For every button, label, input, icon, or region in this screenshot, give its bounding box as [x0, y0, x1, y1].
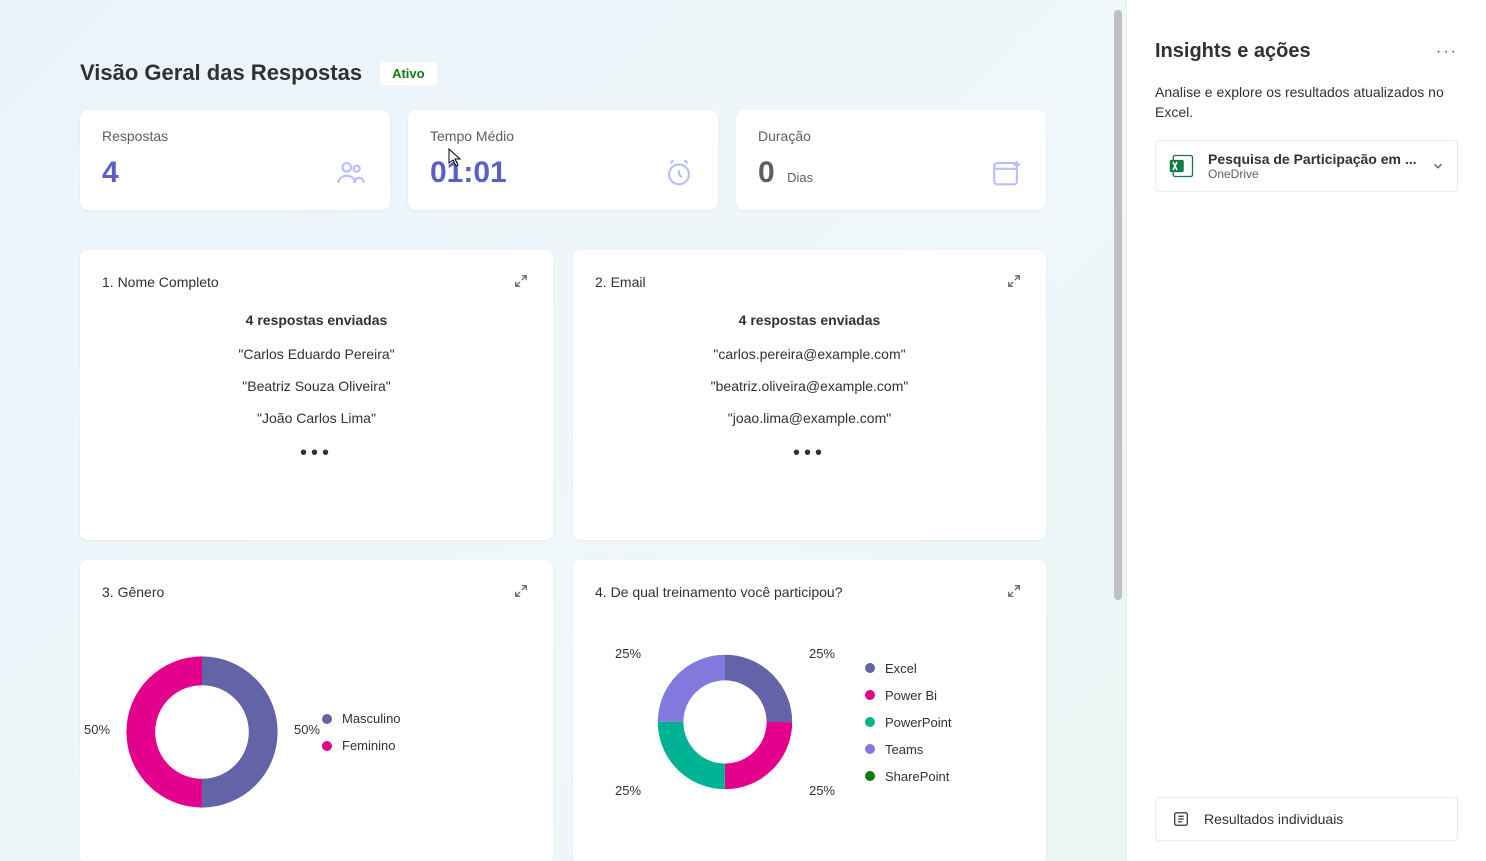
- response-summary: 4 respostas enviadas: [102, 312, 531, 328]
- expand-icon: [514, 274, 528, 288]
- response-item: "Beatriz Souza Oliveira": [102, 378, 531, 394]
- list-icon: [1172, 810, 1190, 828]
- legend-label: Excel: [885, 661, 917, 676]
- stat-unit: Dias: [787, 170, 813, 185]
- question-title: 2. Email: [595, 274, 646, 290]
- status-badge: Ativo: [380, 62, 437, 85]
- individual-results-button[interactable]: Resultados individuais: [1155, 797, 1458, 841]
- legend-label: Feminino: [342, 738, 395, 753]
- expand-button[interactable]: [511, 582, 531, 602]
- stat-card-duration: Duração 0 Dias: [736, 110, 1046, 210]
- stat-label: Tempo Médio: [430, 128, 696, 144]
- legend-item: PowerPoint: [865, 715, 951, 730]
- legend-item: Teams: [865, 742, 951, 757]
- response-item: "beatriz.oliveira@example.com": [595, 378, 1024, 394]
- pct-label: 25%: [809, 646, 835, 661]
- response-item: "carlos.pereira@example.com": [595, 346, 1024, 362]
- more-responses-button[interactable]: •••: [595, 442, 1024, 465]
- legend-item: Excel: [865, 661, 951, 676]
- donut-chart-genero: 50% 50%: [112, 642, 292, 822]
- scrollbar[interactable]: [1114, 10, 1122, 600]
- legend-label: Power Bi: [885, 688, 937, 703]
- expand-button[interactable]: [1004, 582, 1024, 602]
- legend-label: Teams: [885, 742, 923, 757]
- pct-label: 25%: [615, 783, 641, 798]
- side-panel-description: Analise e explore os resultados atualiza…: [1155, 83, 1458, 122]
- legend-item: Feminino: [322, 738, 401, 753]
- legend-item: SharePoint: [865, 769, 951, 784]
- expand-icon: [514, 584, 528, 598]
- more-responses-button[interactable]: •••: [102, 442, 531, 465]
- pct-label: 25%: [615, 646, 641, 661]
- calendar-sparkle-icon: [990, 156, 1024, 190]
- chart-legend: Excel Power Bi PowerPoint Teams SharePoi…: [865, 661, 951, 784]
- stat-label: Respostas: [102, 128, 368, 144]
- donut-chart-treinamento: 25% 25% 25% 25%: [645, 642, 805, 802]
- excel-file-card[interactable]: Pesquisa de Participação em ... OneDrive: [1155, 140, 1458, 192]
- file-location: OneDrive: [1208, 167, 1419, 181]
- stat-value: 0: [758, 156, 775, 189]
- expand-button[interactable]: [511, 272, 531, 292]
- legend-label: PowerPoint: [885, 715, 951, 730]
- legend-label: SharePoint: [885, 769, 949, 784]
- question-card-nome: 1. Nome Completo 4 respostas enviadas "C…: [80, 250, 553, 540]
- side-panel-title: Insights e ações: [1155, 40, 1311, 63]
- expand-button[interactable]: [1004, 272, 1024, 292]
- stat-value: 4: [102, 156, 119, 190]
- expand-icon: [1007, 584, 1021, 598]
- response-item: "Carlos Eduardo Pereira": [102, 346, 531, 362]
- response-summary: 4 respostas enviadas: [595, 312, 1024, 328]
- response-item: "joao.lima@example.com": [595, 410, 1024, 426]
- pct-label: 25%: [809, 783, 835, 798]
- excel-icon: [1168, 152, 1196, 180]
- chevron-down-icon: [1431, 159, 1445, 173]
- chart-legend: Masculino Feminino: [322, 711, 401, 753]
- pct-label: 50%: [84, 722, 110, 737]
- legend-label: Masculino: [342, 711, 401, 726]
- stat-value: 01:01: [430, 156, 507, 190]
- question-title: 4. De qual treinamento você participou?: [595, 584, 842, 600]
- people-icon: [334, 156, 368, 190]
- stat-label: Duração: [758, 128, 1024, 144]
- expand-icon: [1007, 274, 1021, 288]
- more-options-button[interactable]: ···: [1436, 43, 1458, 61]
- file-name: Pesquisa de Participação em ...: [1208, 151, 1419, 167]
- page-title: Visão Geral das Respostas: [80, 60, 362, 86]
- question-card-email: 2. Email 4 respostas enviadas "carlos.pe…: [573, 250, 1046, 540]
- clock-icon: [662, 156, 696, 190]
- pct-label: 50%: [294, 722, 320, 737]
- legend-item: Power Bi: [865, 688, 951, 703]
- question-card-genero: 3. Gênero 50% 50% Masc: [80, 560, 553, 861]
- stat-card-responses: Respostas 4: [80, 110, 390, 210]
- response-item: "João Carlos Lima": [102, 410, 531, 426]
- legend-item: Masculino: [322, 711, 401, 726]
- insights-panel: Insights e ações ··· Analise e explore o…: [1126, 0, 1486, 861]
- question-card-treinamento: 4. De qual treinamento você participou?: [573, 560, 1046, 861]
- question-title: 1. Nome Completo: [102, 274, 219, 290]
- question-title: 3. Gênero: [102, 584, 164, 600]
- individual-results-label: Resultados individuais: [1204, 811, 1343, 827]
- stat-card-avg-time: Tempo Médio 01:01: [408, 110, 718, 210]
